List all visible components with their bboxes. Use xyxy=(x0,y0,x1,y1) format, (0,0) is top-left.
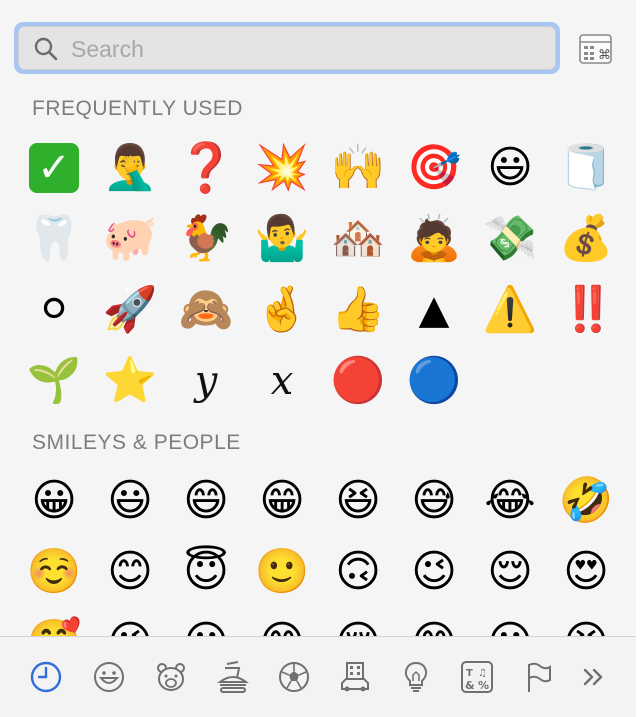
emoji-cell[interactable]: 🤦‍♂️ xyxy=(92,132,168,203)
emoji-cell[interactable]: 🥰 xyxy=(16,607,92,636)
category-recents[interactable] xyxy=(26,657,66,697)
emoji-cell[interactable]: 🏘️ xyxy=(320,203,396,274)
emoji-cell[interactable]: 😄 xyxy=(168,470,244,536)
emoji-cell[interactable]: 😍 xyxy=(548,536,624,607)
emoji-cell[interactable]: ❓ xyxy=(168,132,244,203)
emoji-cell[interactable]: 😆 xyxy=(320,470,396,536)
emoji-cell[interactable]: 😗 xyxy=(168,607,244,636)
emoji-cell[interactable]: 🙇 xyxy=(396,203,472,274)
category-animals-nature[interactable] xyxy=(151,657,191,697)
category-activity[interactable] xyxy=(274,657,314,697)
emoji-cell[interactable]: 😂 xyxy=(472,470,548,536)
emoji-cell[interactable]: 🤞 xyxy=(244,274,320,345)
emoji-cell[interactable]: ⚪ xyxy=(16,274,92,345)
emoji-cell[interactable]: ⚠️ xyxy=(472,274,548,345)
emoji-cell[interactable]: 😘 xyxy=(92,607,168,636)
emoji-cell[interactable]: 🤣 xyxy=(548,470,624,536)
search-icon xyxy=(34,37,58,61)
category-bar: T ♫ & % xyxy=(0,636,636,717)
emoji-cell[interactable]: 🧻 xyxy=(548,132,624,203)
emoji-cell[interactable]: 🙂 xyxy=(244,536,320,607)
soccer-ball-icon xyxy=(279,662,309,692)
emoji-cell[interactable]: 🙃 xyxy=(320,536,396,607)
category-food-drink[interactable] xyxy=(213,657,253,697)
emoji-cell[interactable]: 😙 xyxy=(244,607,320,636)
search-input[interactable] xyxy=(69,33,543,65)
flag-icon xyxy=(528,662,551,692)
category-symbols[interactable]: T ♫ & % xyxy=(457,657,497,697)
emoji-cell[interactable]: ‼️ xyxy=(548,274,624,345)
emoji-cell[interactable]: 💰 xyxy=(548,203,624,274)
emoji-cell[interactable]: 🚀 xyxy=(92,274,168,345)
svg-text:&: & xyxy=(465,679,475,692)
emoji-cell[interactable]: 😉 xyxy=(396,536,472,607)
emoji-cell[interactable]: 😋 xyxy=(396,607,472,636)
emoji-cell[interactable]: 😛 xyxy=(472,607,548,636)
emoji-cell[interactable]: ✓ xyxy=(16,132,92,203)
emoji-cell[interactable]: 🙌 xyxy=(320,132,396,203)
emoji-cell[interactable]: 😃 xyxy=(92,470,168,536)
emoji-cell[interactable]: 𝑥 xyxy=(244,345,320,416)
smiley-icon xyxy=(94,662,124,692)
emoji-cell[interactable]: 💥 xyxy=(244,132,320,203)
category-travel-places[interactable] xyxy=(335,657,375,697)
emoji-cell[interactable]: 👍 xyxy=(320,274,396,345)
frequently-used-grid: ✓ 🤦‍♂️ ❓ 💥 🙌 🎯 😃 🧻 🦷 🐖 🐓 🤷‍♂️ 🏘️ 🙇 💸 💰 ⚪ 🚀 🙈 🤞 👍 ▲ ⚠️ ‼️ 🌱 ⭐ 𝑦 𝑥 🔴 🔵 xyxy=(16,132,628,416)
check-mark-emoji: ✓ xyxy=(29,142,79,193)
category-flags[interactable] xyxy=(518,657,558,697)
emoji-cell[interactable]: ▲ xyxy=(396,274,472,345)
lightbulb-icon xyxy=(404,661,428,692)
emoji-cell[interactable]: 😀 xyxy=(16,470,92,536)
clock-icon xyxy=(30,661,62,693)
search-field[interactable] xyxy=(18,26,556,70)
emoji-cell[interactable]: 😇 xyxy=(168,536,244,607)
character-viewer-button[interactable]: ⌘ xyxy=(578,32,614,66)
emoji-cell[interactable]: 🌱 xyxy=(16,345,92,416)
emoji-cell[interactable]: 🦷 xyxy=(16,203,92,274)
emoji-cell[interactable]: ☺️ xyxy=(16,536,92,607)
symbols-icon: T ♫ & % xyxy=(461,661,493,693)
emoji-cell[interactable]: 🎯 xyxy=(396,132,472,203)
svg-text:♫: ♫ xyxy=(478,668,487,679)
smileys-people-grid: 😀😃😄😁😆😅😂🤣 ☺️😊😇🙂🙃😉😌😍 🥰😘😗😙😚😋😛😝 xyxy=(16,470,628,636)
emoji-cell[interactable]: 😚 xyxy=(320,607,396,636)
emoji-cell[interactable]: 🤷‍♂️ xyxy=(244,203,320,274)
emoji-cell[interactable]: 🙈 xyxy=(168,274,244,345)
emoji-cell[interactable]: 😅 xyxy=(396,470,472,536)
emoji-cell[interactable]: 🔴 xyxy=(320,345,396,416)
emoji-cell[interactable]: 😁 xyxy=(244,470,320,536)
emoji-cell[interactable]: 🔵 xyxy=(396,345,472,416)
emoji-cell[interactable]: 💸 xyxy=(472,203,548,274)
search-focus-ring xyxy=(14,22,560,74)
emoji-cell[interactable]: 𝑦 xyxy=(168,345,244,416)
bear-icon xyxy=(157,663,185,691)
emoji-picker-panel: ⌘ FREQUENTLY USED ✓🤦‍♂️❓💥🙌🎯😃🧻🦷🐖🐓🤷‍♂️🏘️🙇💸… xyxy=(0,0,637,717)
emoji-cell[interactable]: 🐖 xyxy=(92,203,168,274)
burger-icon xyxy=(217,661,249,693)
chevrons-right-icon xyxy=(583,668,603,686)
building-car-icon xyxy=(341,662,369,692)
character-viewer-icon: ⌘ xyxy=(579,34,612,64)
svg-text:⌘: ⌘ xyxy=(598,48,611,63)
category-more[interactable] xyxy=(574,657,614,697)
emoji-cell[interactable]: 😝 xyxy=(548,607,624,636)
category-smileys-people[interactable] xyxy=(89,657,129,697)
svg-text:T: T xyxy=(466,668,473,679)
emoji-cell[interactable]: 😊 xyxy=(92,536,168,607)
svg-text:%: % xyxy=(478,679,489,692)
section-title-smileys-people: SMILEYS & PEOPLE xyxy=(32,431,241,454)
window-background-strip xyxy=(636,0,640,717)
emoji-cell[interactable]: 😃 xyxy=(472,132,548,203)
section-title-frequently-used: FREQUENTLY USED xyxy=(32,97,243,120)
emoji-cell[interactable]: 🐓 xyxy=(168,203,244,274)
smileys-scroll-area[interactable]: 😀😃😄😁😆😅😂🤣 ☺️😊😇🙂🙃😉😌😍 🥰😘😗😙😚😋😛😝 xyxy=(0,470,636,636)
emoji-cell[interactable]: 😌 xyxy=(472,536,548,607)
emoji-cell[interactable]: ⭐ xyxy=(92,345,168,416)
category-objects[interactable] xyxy=(396,657,436,697)
